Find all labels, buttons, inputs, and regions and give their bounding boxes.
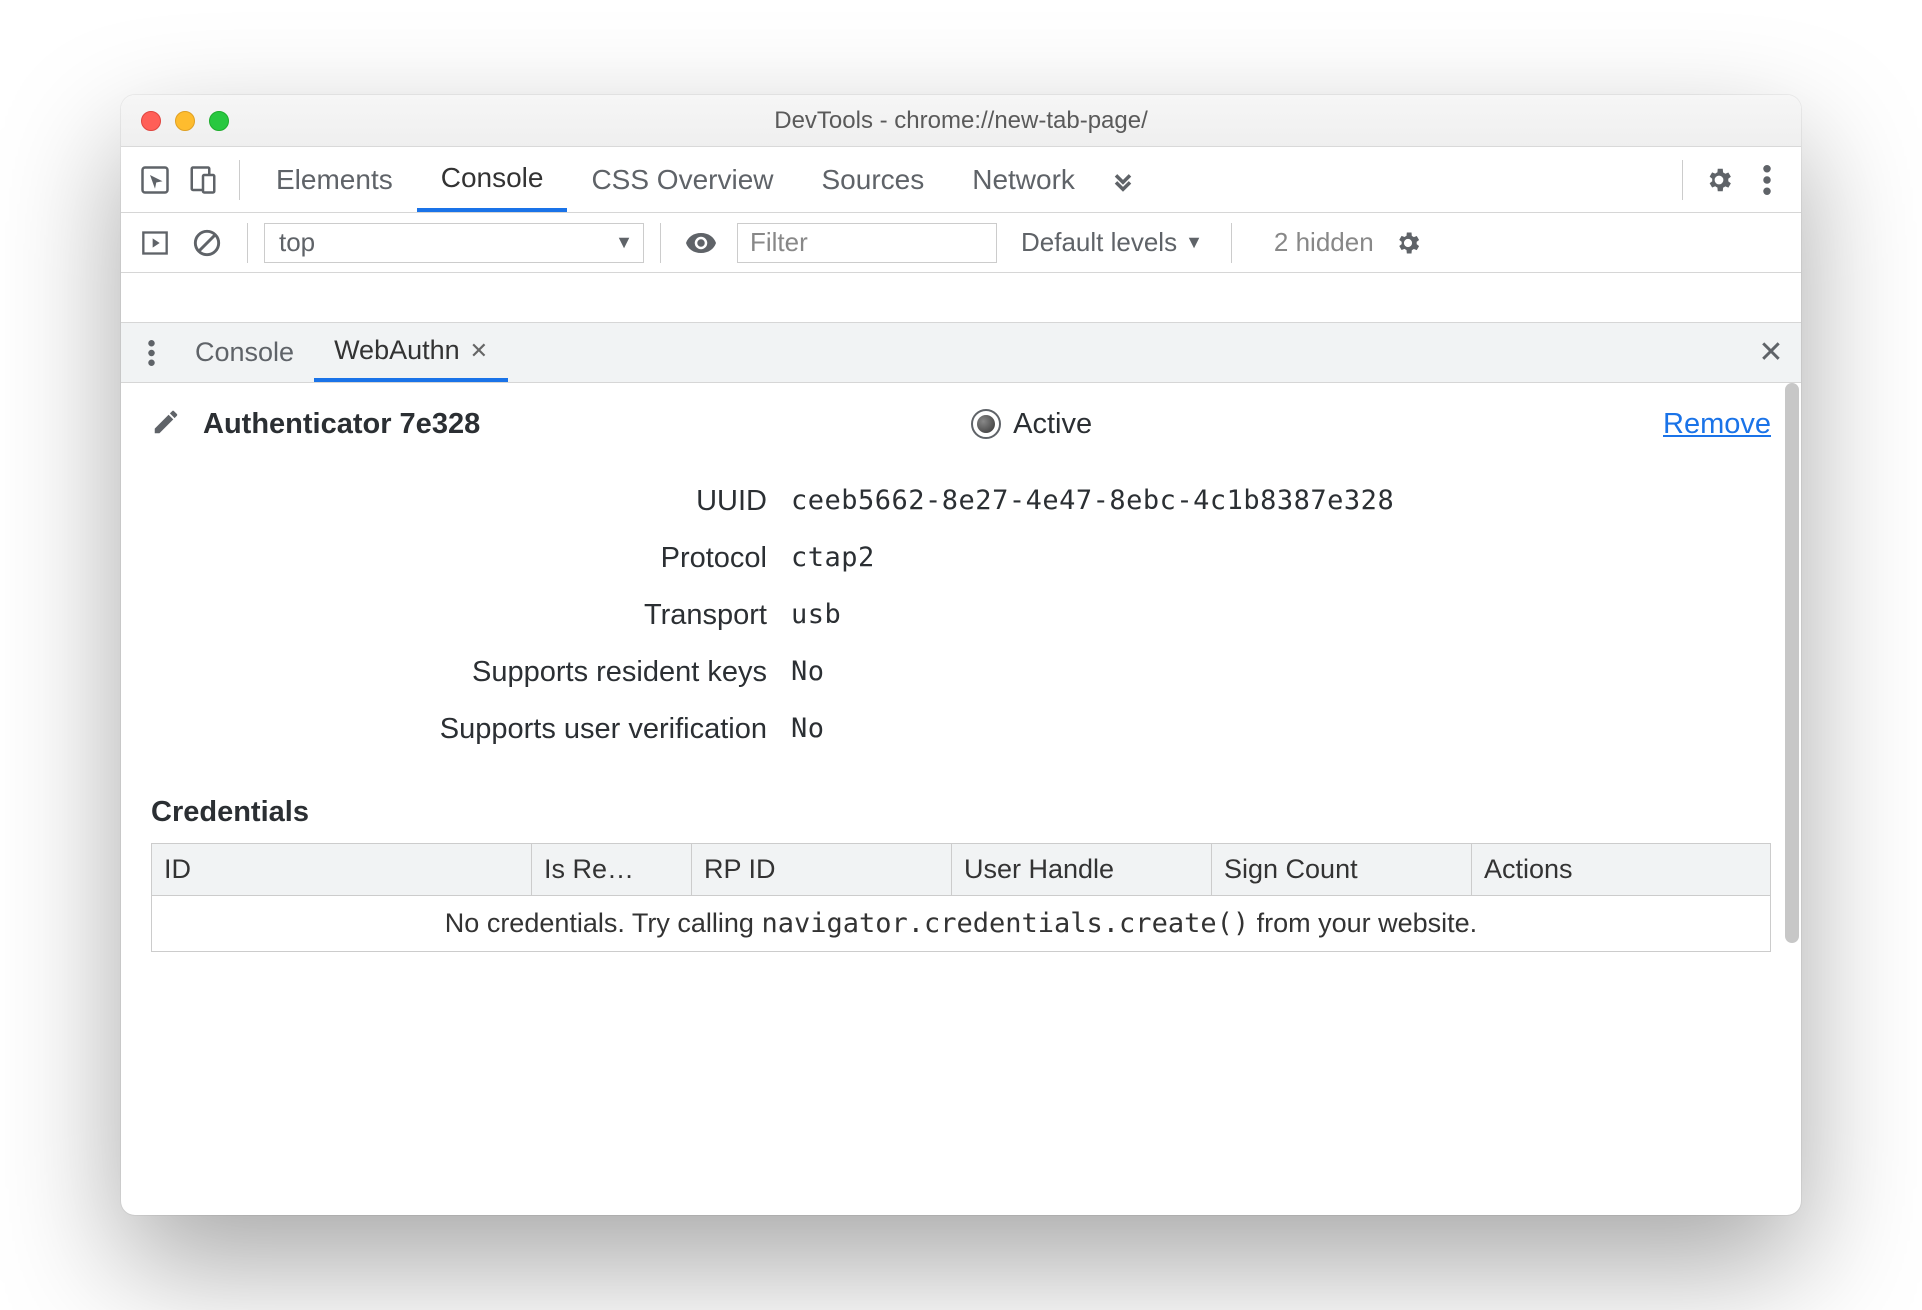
prop-value-resident: No [791,656,1771,689]
window-controls [121,111,229,131]
col-id[interactable]: ID [152,844,532,895]
close-drawer-icon[interactable]: ✕ [1747,329,1795,377]
tab-console[interactable]: Console [417,147,568,212]
drawer-tab-webauthn[interactable]: WebAuthn ✕ [314,323,508,382]
tab-network[interactable]: Network [948,147,1099,212]
divider [1231,223,1232,263]
live-expression-icon[interactable] [677,219,725,267]
minimize-window-button[interactable] [175,111,195,131]
chevron-down-icon: ▼ [615,232,633,253]
empty-suffix: from your website. [1249,908,1477,938]
main-toolbar: Elements Console CSS Overview Sources Ne… [121,147,1801,213]
empty-code: navigator.credentials.create() [761,908,1249,939]
clear-console-icon[interactable] [183,219,231,267]
drawer-toolbar: Console WebAuthn ✕ ✕ [121,323,1801,383]
prop-value-userverif: No [791,713,1771,746]
remove-link[interactable]: Remove [1663,408,1771,441]
tab-elements[interactable]: Elements [252,147,417,212]
prop-value-transport: usb [791,599,1771,632]
authenticator-name: Authenticator 7e328 [203,408,480,441]
prop-value-protocol: ctap2 [791,542,1771,575]
radio-icon [971,409,1001,439]
console-output-area[interactable] [121,273,1801,323]
drawer-tab-console[interactable]: Console [175,323,314,382]
col-sign-count[interactable]: Sign Count [1212,844,1472,895]
edit-icon[interactable] [151,407,185,441]
authenticator-header: Authenticator 7e328 Active Remove [121,383,1801,449]
credentials-empty-message: No credentials. Try calling navigator.cr… [152,896,1770,951]
log-levels-value: Default levels [1021,227,1177,258]
active-radio[interactable]: Active [971,408,1092,441]
table-header-row: ID Is Re… RP ID User Handle Sign Count A… [152,844,1770,896]
drawer-tab-label: Console [195,337,294,368]
context-select[interactable]: top ▼ [264,223,644,263]
hidden-messages-count[interactable]: 2 hidden [1274,227,1374,258]
more-tabs-icon[interactable] [1099,156,1147,204]
empty-prefix: No credentials. Try calling [445,908,762,938]
titlebar: DevTools - chrome://new-tab-page/ [121,95,1801,147]
filter-placeholder: Filter [750,227,808,258]
col-rp-id[interactable]: RP ID [692,844,952,895]
context-select-value: top [279,227,315,258]
console-toolbar: top ▼ Filter Default levels ▼ 2 hidden [121,213,1801,273]
drawer-kebab-icon[interactable] [127,329,175,377]
prop-label-uuid: UUID [151,485,791,518]
credentials-heading: Credentials [121,756,1801,843]
active-label: Active [1013,408,1092,441]
prop-label-userverif: Supports user verification [151,713,791,746]
divider [247,223,248,263]
scrollbar[interactable] [1785,383,1799,943]
zoom-window-button[interactable] [209,111,229,131]
credentials-table: ID Is Re… RP ID User Handle Sign Count A… [151,843,1771,952]
prop-label-transport: Transport [151,599,791,632]
close-tab-icon[interactable]: ✕ [470,338,488,364]
inspect-element-icon[interactable] [131,156,179,204]
log-levels-select[interactable]: Default levels ▼ [1021,227,1203,258]
webauthn-panel: Authenticator 7e328 Active Remove UUID c… [121,383,1801,1215]
settings-icon[interactable] [1695,156,1743,204]
chevron-down-icon: ▼ [1185,232,1203,253]
col-user-handle[interactable]: User Handle [952,844,1212,895]
toggle-sidebar-icon[interactable] [131,219,179,267]
divider [239,160,240,200]
col-actions[interactable]: Actions [1472,844,1770,895]
kebab-menu-icon[interactable] [1743,156,1791,204]
authenticator-properties: UUID ceeb5662-8e27-4e47-8ebc-4c1b8387e32… [121,449,1801,756]
prop-value-uuid: ceeb5662-8e27-4e47-8ebc-4c1b8387e328 [791,485,1771,518]
close-window-button[interactable] [141,111,161,131]
devtools-window: DevTools - chrome://new-tab-page/ Elemen… [121,95,1801,1215]
window-title: DevTools - chrome://new-tab-page/ [121,107,1801,135]
tab-css-overview[interactable]: CSS Overview [567,147,797,212]
filter-input[interactable]: Filter [737,223,997,263]
divider [660,223,661,263]
console-settings-icon[interactable] [1384,219,1432,267]
divider [1682,160,1683,200]
device-toolbar-icon[interactable] [179,156,227,204]
tab-sources[interactable]: Sources [798,147,949,212]
col-is-resident[interactable]: Is Re… [532,844,692,895]
drawer-tab-label: WebAuthn [334,335,460,366]
prop-label-resident: Supports resident keys [151,656,791,689]
prop-label-protocol: Protocol [151,542,791,575]
